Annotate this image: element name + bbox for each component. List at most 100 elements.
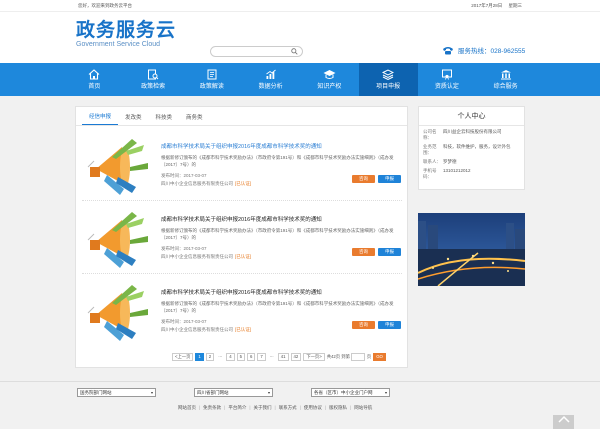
footer-link[interactable]: 使用协议 [304,405,322,411]
list-item: 成都市科学技术局关于组织申报2016年度成都市科学技术奖的通知 根据新修订颁布的… [82,283,402,347]
prev-page-button[interactable]: <上一页 [172,353,194,361]
nav-label: 数据分析 [258,83,283,90]
nav-label: 综合服务 [493,83,518,90]
search-box [210,46,303,57]
page-button[interactable]: 6 [246,353,256,361]
page-button[interactable]: 4 [226,353,235,361]
footer-link[interactable]: 网站导航 [354,405,372,411]
search-input[interactable] [215,47,293,56]
tab-shangwu[interactable]: 商务类 [179,113,210,125]
date-text: 2017年7月28日 [471,2,503,8]
megaphone-image [87,285,148,341]
info-key: 公司名称： [423,129,437,140]
info-key: 业务范围： [423,144,437,155]
item-title[interactable]: 成都市科学技术局关于组织申报2016年度成都市科学技术奖的通知 [161,288,401,296]
footer-link[interactable]: 版权隐私 [329,405,347,411]
nav-label: 知识产权 [317,83,342,90]
megaphone-image [87,139,148,195]
page-button[interactable]: 5 [236,353,245,361]
hotline: 服务热线：028-962555 [442,45,525,55]
province-dept-select[interactable]: 四川省部门网站 ▾ [194,388,273,397]
item-org: 四川中小企业信息服务有限责任公司 [已认证] [161,327,251,333]
nav-item-ip[interactable]: 知识产权 [300,63,359,96]
list-item: 成都市科学技术局关于组织申报2016年度成都市科学技术奖的通知 根据新修订颁布的… [82,137,402,201]
project-list-panel: 经信申报 发改类 科技类 商务类 成都市科学技术局关于组织申报2016年度成都市… [75,106,408,368]
verified-badge: [已认证] [235,254,252,259]
nav-item-policy-search[interactable]: 政策检索 [124,63,183,96]
consult-button[interactable]: 咨询 [352,248,375,256]
apply-button[interactable]: 申报 [378,248,401,256]
info-key: 手机号码： [423,168,437,179]
page-button[interactable]: 1 [195,353,204,361]
nav-item-home[interactable]: 首页 [65,63,124,96]
item-desc: 根据新修订颁布的《成都市科学技术奖励办法》（市政府令第191号）和《成都市科学技… [161,155,394,167]
nav-item-policy-read[interactable]: 政策解读 [183,63,242,96]
apply-button[interactable]: 申报 [378,321,401,329]
info-value: 罗梦德 [443,159,457,164]
item-desc: 根据新修订颁布的《成都市科学技术奖励办法》（市政府令第191号）和《成都市科学技… [161,301,394,313]
item-title[interactable]: 成都市科学技术局关于组织申报2016年度成都市科学技术奖的通知 [161,215,401,223]
footer-link[interactable]: 网站首页 [178,405,196,411]
site-logo[interactable]: 政务服务云 Government Service Cloud [76,21,176,49]
footer-link[interactable]: 免责条款 [203,405,221,411]
tab-fagai[interactable]: 发改类 [118,113,149,125]
user-center-panel: 个人中心 公司名称： 四川益企云科技股份有限公司 业务范围： 科技，软件维护，服务，… [418,106,525,190]
nav-item-data-analysis[interactable]: 数据分析 [241,63,300,96]
city-night-photo [417,213,526,287]
nav-item-qualification[interactable]: 资质认定 [418,63,477,96]
footer-links: 网站首页 | 免责条款 | 平台简介 | 关于我们 | 联系方式 | 使用协议 | 版权隐私… [178,405,373,411]
tab-jingxin[interactable]: 经信申报 [82,112,119,125]
nav-item-project-apply[interactable]: 项目申报 [358,63,418,96]
select-value: 国务院部门网站 [80,390,112,395]
info-value: 13101212012 [443,168,471,173]
item-date: 发布时间：2017-03-07 [161,173,207,178]
chevron-down-icon: ▾ [267,390,270,395]
page-button[interactable]: 42 [290,353,302,361]
megaphone-image [87,212,148,268]
apply-button[interactable]: 申报 [378,175,401,183]
consult-button[interactable]: 咨询 [352,175,375,183]
logo-en: Government Service Cloud [76,41,161,48]
policy-read-icon [207,69,217,79]
select-value: 四川省部门网站 [197,390,229,395]
total-pages-text: 共42页 到第 [326,354,350,359]
building-icon [500,69,511,79]
state-dept-select[interactable]: 国务院部门网站 ▾ [77,388,156,397]
go-button[interactable]: GO [373,353,386,361]
policy-search-icon [148,69,159,79]
org-name: 四川中小企业信息服务有限责任公司 [161,181,233,186]
page-button[interactable]: 7 [257,353,266,361]
pagination: <上一页 1 2 ... 4 5 6 7 ... 41 42 下一页> 共42页… [172,353,388,361]
home-icon [89,68,100,80]
layers-icon [382,68,395,80]
consult-button[interactable]: 咨询 [352,321,375,329]
select-value: 各省（区市）中小企业门户网 [314,390,373,395]
chart-icon [265,69,276,79]
item-org: 四川中小企业信息服务有限责任公司 [已认证] [161,254,251,260]
back-to-top-button[interactable] [553,415,574,429]
search-icon[interactable] [291,48,298,55]
page-ellipsis: ... [218,353,222,358]
info-key: 联系人： [423,159,441,164]
footer-link[interactable]: 平台简介 [228,405,246,411]
page-button[interactable]: 41 [277,353,289,361]
nav-label: 项目申报 [376,83,401,90]
item-title[interactable]: 成都市科学技术局关于组织申报2016年度成都市科学技术奖的通知 [161,142,401,150]
header: 政务服务云 Government Service Cloud 服务热线：028-… [0,12,600,63]
nav-item-general-service[interactable]: 综合服务 [476,63,535,96]
sme-portal-select[interactable]: 各省（区市）中小企业门户网 ▾ [311,388,390,397]
page-jump-field[interactable] [350,353,365,361]
next-page-button[interactable]: 下一页> [303,353,325,361]
sidebar: 个人中心 公司名称： 四川益企云科技股份有限公司 业务范围： 科技，软件维护，服务，… [417,106,526,288]
chevron-down-icon: ▾ [150,390,153,395]
footer-link[interactable]: 关于我们 [254,405,272,411]
certificate-icon [441,69,452,80]
user-info-row: 联系人： 罗梦德 [419,159,524,165]
footer-link[interactable]: 联系方式 [279,405,297,411]
footer-selects: 国务院部门网站 ▾ 四川省部门网站 ▾ 各省（区市）中小企业门户网 ▾ [77,388,517,397]
page-button[interactable]: 2 [205,353,215,361]
tab-keji[interactable]: 科技类 [149,113,180,125]
chevron-down-icon: ▾ [384,390,387,395]
page-jump-input[interactable] [353,354,362,360]
nav-label: 资质认定 [434,83,459,90]
